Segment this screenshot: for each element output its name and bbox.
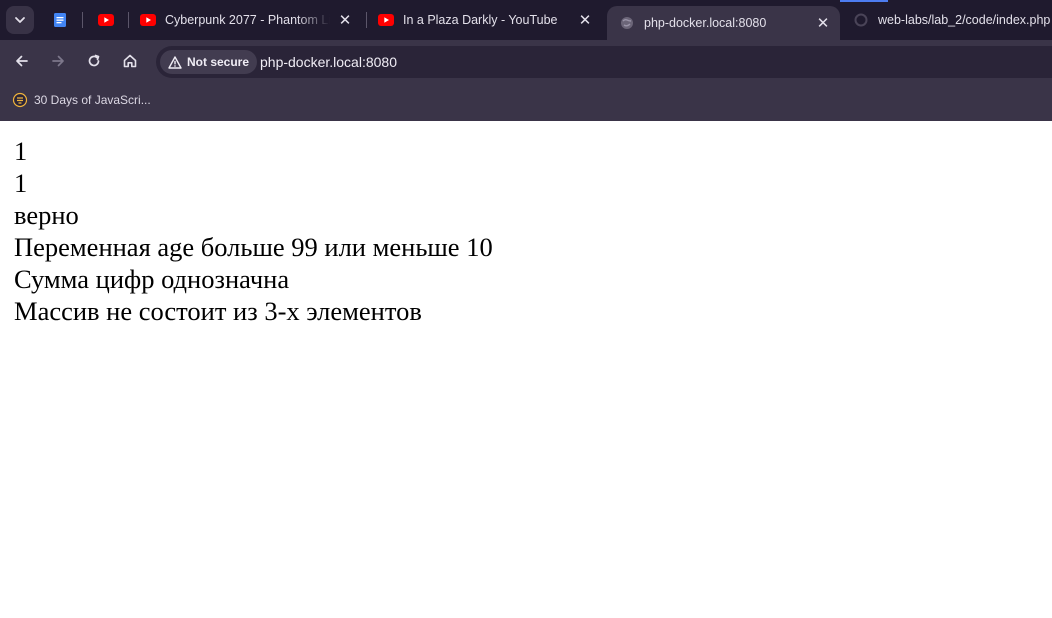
bookmark-label: 30 Days of JavaScri... — [34, 93, 151, 107]
tab-plaza-darkly[interactable]: In a Plaza Darkly - YouTube ✕ — [366, 0, 602, 40]
close-tab-icon[interactable]: ✕ — [814, 14, 832, 32]
reload-button[interactable] — [81, 48, 107, 74]
warning-icon — [168, 55, 182, 69]
bookmarks-bar: 30 Days of JavaScri... — [0, 82, 1052, 121]
tab-title: In a Plaza Darkly - YouTube — [403, 13, 558, 27]
github-icon — [853, 12, 869, 28]
tab-title: web-labs/lab_2/code/index.php — [878, 13, 1051, 27]
output-line: 1 — [14, 168, 28, 198]
arrow-right-icon — [52, 55, 64, 67]
youtube-icon — [98, 14, 114, 26]
youtube-icon — [140, 12, 156, 28]
close-tab-icon[interactable]: ✕ — [336, 11, 354, 29]
forward-button[interactable] — [45, 48, 71, 74]
output-line: 1 — [14, 136, 28, 166]
output-line: Сумма цифр однозначна — [14, 264, 290, 294]
home-icon — [123, 54, 137, 68]
tab-separator — [82, 12, 83, 28]
browser-window: Cyberpunk 2077 - Phantom Liberty ✕ In a … — [0, 0, 1052, 618]
tab-php-docker[interactable]: php-docker.local:8080 ✕ — [607, 6, 840, 40]
toolbar: Not secure php-docker.local:8080 — [0, 40, 1052, 82]
pinned-tab-youtube[interactable] — [94, 8, 118, 32]
javascript-icon — [12, 92, 28, 108]
output-line: верно — [14, 200, 79, 230]
home-button[interactable] — [117, 48, 143, 74]
tab-github[interactable]: web-labs/lab_2/code/index.php — [841, 0, 1052, 40]
google-docs-icon — [54, 13, 66, 27]
arrow-left-icon — [16, 55, 28, 67]
reload-icon — [88, 54, 100, 67]
address-bar[interactable]: Not secure php-docker.local:8080 — [156, 46, 1052, 78]
youtube-icon — [378, 12, 394, 28]
globe-icon — [619, 15, 635, 31]
url-text[interactable]: php-docker.local:8080 — [260, 54, 397, 70]
back-button[interactable] — [9, 48, 35, 74]
pinned-tab-docs[interactable] — [48, 8, 72, 32]
output-line: Массив не состоит из 3-х элементов — [14, 296, 422, 326]
tab-search-button[interactable] — [6, 6, 34, 34]
page-content: 1 1 верно Переменная age больше 99 или м… — [0, 121, 1052, 618]
chevron-down-icon — [15, 17, 25, 23]
output-line: Переменная age больше 99 или меньше 10 — [14, 232, 493, 262]
tab-strip: Cyberpunk 2077 - Phantom Liberty ✕ In a … — [0, 0, 1052, 40]
security-label: Not secure — [187, 55, 250, 69]
close-tab-icon[interactable]: ✕ — [576, 11, 594, 29]
security-chip[interactable]: Not secure — [160, 50, 258, 74]
tab-cyberpunk[interactable]: Cyberpunk 2077 - Phantom Liberty ✕ — [128, 0, 362, 40]
tab-title: php-docker.local:8080 — [644, 16, 767, 30]
tab-title: Cyberpunk 2077 - Phantom Liberty — [165, 13, 330, 27]
bookmark-item[interactable]: 30 Days of JavaScri... — [12, 92, 151, 108]
